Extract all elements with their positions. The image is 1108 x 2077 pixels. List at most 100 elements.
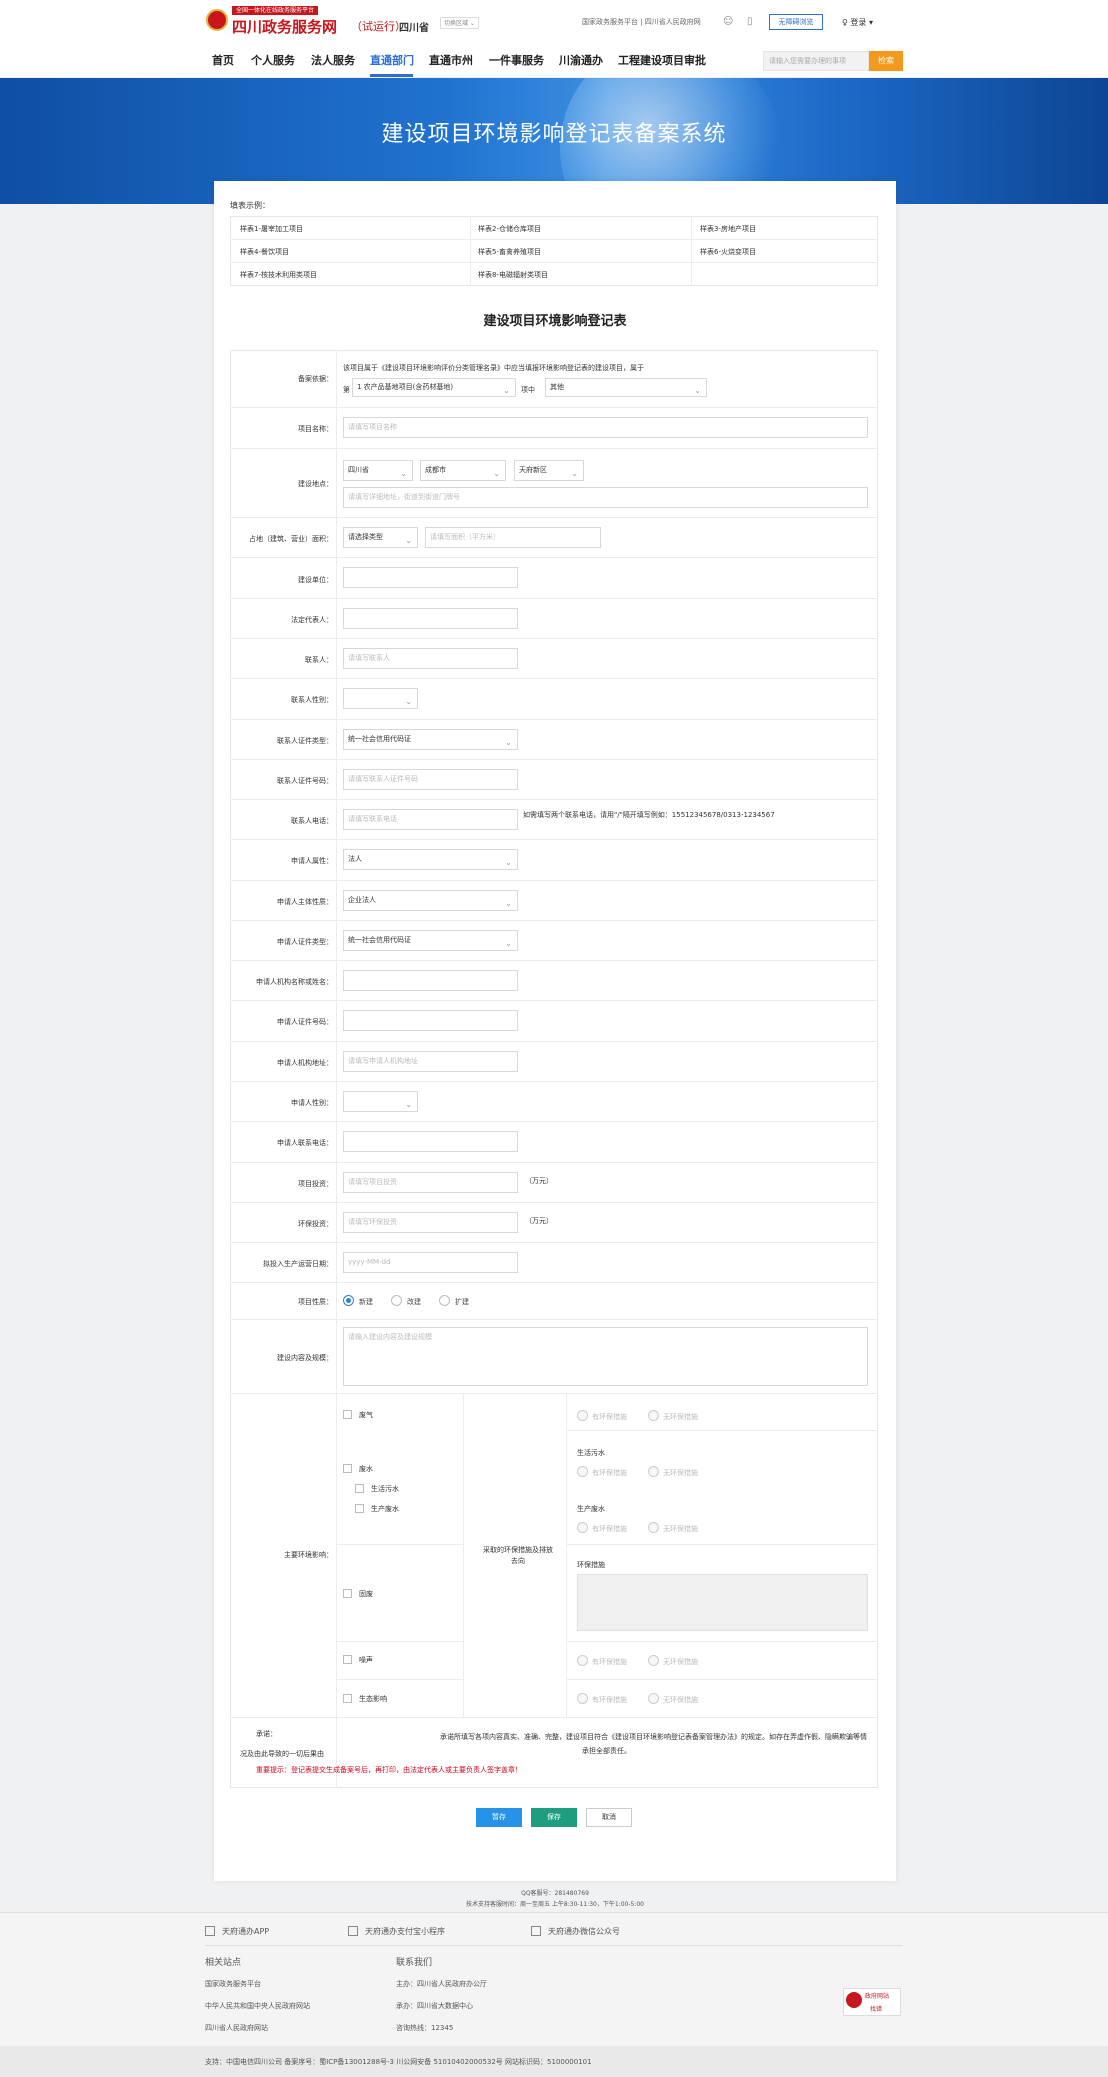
- ecology-checkbox[interactable]: [343, 1694, 352, 1703]
- nav-departments[interactable]: 直通部门: [370, 52, 414, 68]
- cancel-button[interactable]: 取消: [586, 1808, 632, 1827]
- applicant-phone-input[interactable]: [343, 1131, 518, 1152]
- contact-gender-select[interactable]: [343, 688, 418, 709]
- footer-app-link[interactable]: 天府通办APP: [222, 1926, 269, 1937]
- basis-label: 备案依据：: [298, 375, 333, 383]
- row-divider: [230, 517, 878, 518]
- gov-badge-text: 找错: [870, 2006, 883, 2013]
- noise-measure-yes-radio[interactable]: [577, 1655, 588, 1666]
- sample-link[interactable]: 样表1-屠宰加工项目: [240, 224, 303, 234]
- barrier-free-button[interactable]: 无障碍浏览: [769, 14, 823, 30]
- domestic-water-measure-label: 生活污水: [577, 1449, 605, 1457]
- district-select[interactable]: 天府新区: [514, 460, 584, 481]
- region-switch[interactable]: 切换区域 ⌄: [440, 17, 479, 29]
- divider: [566, 1641, 878, 1642]
- draft-button[interactable]: 暂存: [476, 1808, 522, 1827]
- login-link[interactable]: ♀ 登录 ▾: [842, 17, 873, 28]
- search-input[interactable]: 请输入您需要办理的事项: [763, 51, 869, 71]
- start-date-input[interactable]: yyyy-MM-dd: [343, 1252, 518, 1273]
- noise-measure-no-radio[interactable]: [648, 1655, 659, 1666]
- related-site-link[interactable]: 国家政务服务平台: [205, 1979, 261, 1989]
- solid-waste-checkbox[interactable]: [343, 1589, 352, 1598]
- site-logo-text[interactable]: 四川政务服务网: [232, 16, 337, 37]
- samples-label: 填表示例：: [230, 201, 270, 210]
- nature-new-radio[interactable]: [343, 1295, 354, 1306]
- contact-label: 联系人：: [305, 656, 333, 664]
- legal-rep-input[interactable]: [343, 608, 518, 629]
- production-water-no-radio[interactable]: [648, 1522, 659, 1533]
- row-divider: [230, 759, 878, 760]
- nature-expand-radio[interactable]: [439, 1295, 450, 1306]
- contact-id-no-input[interactable]: 请填写联系人证件号码: [343, 769, 518, 790]
- applicant-id-type-select[interactable]: 统一社会信用代码证: [343, 930, 518, 951]
- content-textarea[interactable]: 请输入建设内容及建设规模: [343, 1327, 868, 1386]
- contact-input[interactable]: 请填写联系人: [343, 648, 518, 669]
- gas-measure-yes-radio[interactable]: [577, 1410, 588, 1421]
- footer-app-link[interactable]: 天府通办微信公众号: [548, 1926, 620, 1937]
- related-site-link[interactable]: 四川省人民政府网站: [205, 2023, 268, 2033]
- top-links[interactable]: 国家政务服务平台 | 四川省人民政府网: [582, 17, 701, 27]
- address-input[interactable]: 请填写详细地址，街道到街道门牌号: [343, 487, 868, 508]
- nav-active-indicator: [370, 74, 413, 77]
- nav-personal[interactable]: 个人服务: [251, 52, 295, 68]
- domestic-water-yes-radio[interactable]: [577, 1466, 588, 1477]
- sample-link[interactable]: 样表2-仓储仓库项目: [478, 224, 541, 234]
- domestic-water-checkbox[interactable]: [355, 1484, 364, 1493]
- applicant-subject-select[interactable]: 企业法人: [343, 890, 518, 911]
- footer-app-link[interactable]: 天府通办支付宝小程序: [365, 1926, 445, 1937]
- investment-input[interactable]: 请填写项目投资: [343, 1172, 518, 1193]
- nav-home[interactable]: 首页: [212, 52, 234, 68]
- applicant-attr-select[interactable]: 法人: [343, 849, 518, 870]
- divider: [566, 1544, 878, 1545]
- ecology-measure-yes-radio[interactable]: [577, 1693, 588, 1704]
- contact-phone-input[interactable]: 请填写联系电话: [343, 809, 518, 830]
- mobile-icon[interactable]: ▯: [747, 16, 753, 27]
- related-site-link[interactable]: 中华人民共和国中央人民政府网站: [205, 2001, 310, 2011]
- area-value-input[interactable]: 请填写面积（平方米）: [425, 527, 601, 548]
- sample-link[interactable]: 样表4-餐饮项目: [240, 247, 289, 257]
- applicant-org-input[interactable]: [343, 970, 518, 991]
- sample-link[interactable]: 样表6-火烧变项目: [700, 247, 756, 257]
- gas-measure-no-label: 无环保措施: [663, 1413, 698, 1421]
- production-water-yes-radio[interactable]: [577, 1522, 588, 1533]
- save-button[interactable]: 保存: [531, 1808, 577, 1827]
- production-water-checkbox[interactable]: [355, 1504, 364, 1513]
- city-select[interactable]: 成都市: [420, 460, 506, 481]
- env-investment-input[interactable]: 请填写环保投资: [343, 1212, 518, 1233]
- project-name-input[interactable]: 请填写项目名称: [343, 417, 868, 438]
- basis-item-select[interactable]: 其他: [545, 378, 707, 397]
- contact-id-type-select[interactable]: 统一社会信用代码证: [343, 729, 518, 750]
- wechat-icon[interactable]: ☺: [723, 16, 733, 27]
- contact-info: 承办：四川省大数据中心: [396, 2002, 473, 2010]
- noise-measure-yes-label: 有环保措施: [592, 1658, 627, 1666]
- ecology-measure-no-radio[interactable]: [648, 1693, 659, 1704]
- unit-input[interactable]: [343, 567, 518, 588]
- applicant-addr-input[interactable]: 请填写申请人机构地址: [343, 1051, 518, 1072]
- search-button[interactable]: 检索: [869, 51, 903, 71]
- domestic-water-no-radio[interactable]: [648, 1466, 659, 1477]
- sample-link[interactable]: 样表5-畜禽养殖项目: [478, 247, 541, 257]
- applicant-id-no-input[interactable]: [343, 1010, 518, 1031]
- gas-measure-no-radio[interactable]: [648, 1410, 659, 1421]
- province-select[interactable]: 四川省: [343, 460, 413, 481]
- area-type-select[interactable]: 请选择类型: [343, 527, 418, 548]
- nav-sichuan-chongqing[interactable]: 川渝通办: [559, 52, 603, 68]
- applicant-gender-select[interactable]: [343, 1091, 418, 1112]
- sample-link[interactable]: 样表8-电磁辐射类项目: [478, 270, 548, 280]
- row-divider: [230, 407, 878, 408]
- basis-category-select[interactable]: 1 农产品基地项目(含药材基地): [352, 378, 516, 397]
- sample-link[interactable]: 样表7-核技术利用类项目: [240, 270, 317, 280]
- nav-construction-approval[interactable]: 工程建设项目审批: [618, 52, 706, 68]
- noise-checkbox[interactable]: [343, 1655, 352, 1664]
- nature-rebuild-radio[interactable]: [391, 1295, 402, 1306]
- gas-checkbox[interactable]: [343, 1410, 352, 1419]
- applicant-addr-label: 申请人机构地址：: [277, 1059, 333, 1067]
- applicant-org-label: 申请人机构名称或姓名：: [256, 978, 333, 986]
- row-divider: [230, 557, 878, 558]
- sample-link[interactable]: 样表3-房地产项目: [700, 224, 756, 234]
- nav-one-thing[interactable]: 一件事服务: [489, 52, 544, 68]
- nav-cities[interactable]: 直通市州: [429, 52, 473, 68]
- water-checkbox[interactable]: [343, 1464, 352, 1473]
- solid-waste-measure-textarea[interactable]: [577, 1574, 868, 1631]
- nav-legal[interactable]: 法人服务: [311, 52, 355, 68]
